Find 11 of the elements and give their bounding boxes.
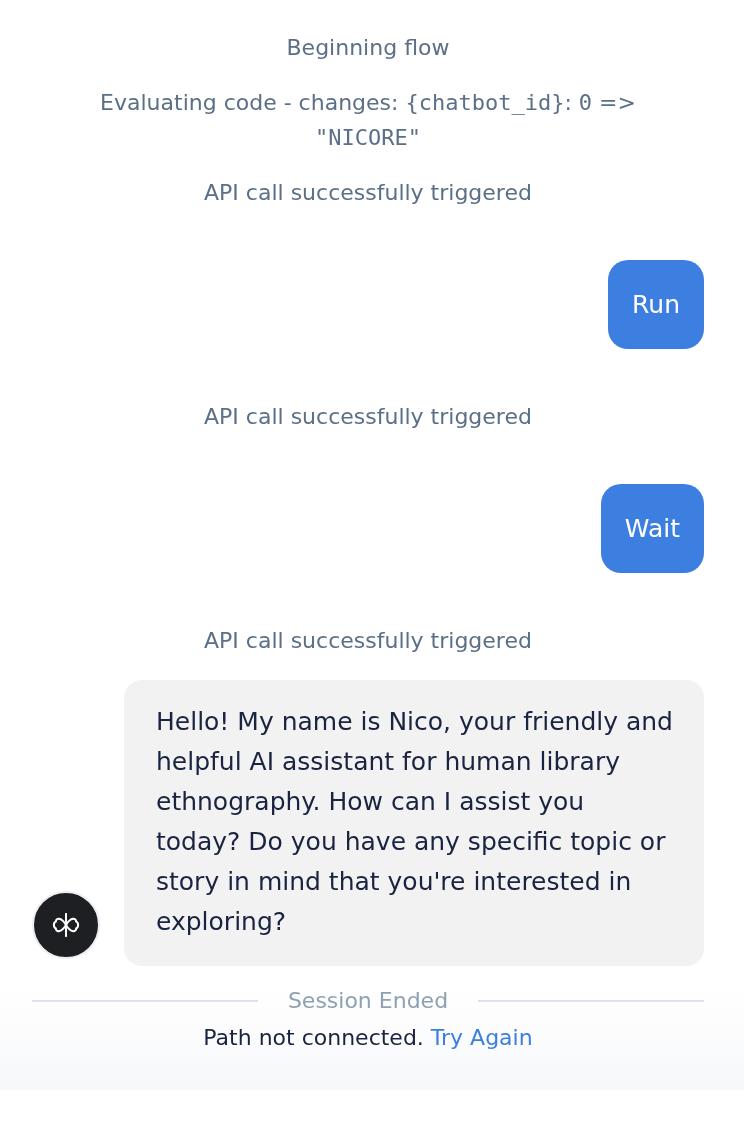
system-message: API call successfully triggered [203, 179, 533, 207]
try-again-link[interactable]: Try Again [430, 1025, 533, 1050]
system-message: Evaluating code - changes: {chatbot_id}: 0 => "NICORE" [99, 89, 637, 152]
session-ended-label: Session Ended [287, 988, 449, 1013]
system-message: Beginning flow [285, 34, 451, 62]
status-message: Path not connected. Try Again [202, 1025, 534, 1050]
system-message: API call successfully triggered [203, 403, 533, 431]
user-message: Wait [600, 484, 704, 573]
bot-message: Hello! My name is Nico, your friendly and helpful AI assistant for human library ethnography. How can I assist you today? Do you have any specific topic or story in mind that you're interested in exploring? [124, 680, 704, 966]
system-message: API call successfully triggered [203, 627, 533, 655]
user-message: Run [608, 260, 704, 349]
